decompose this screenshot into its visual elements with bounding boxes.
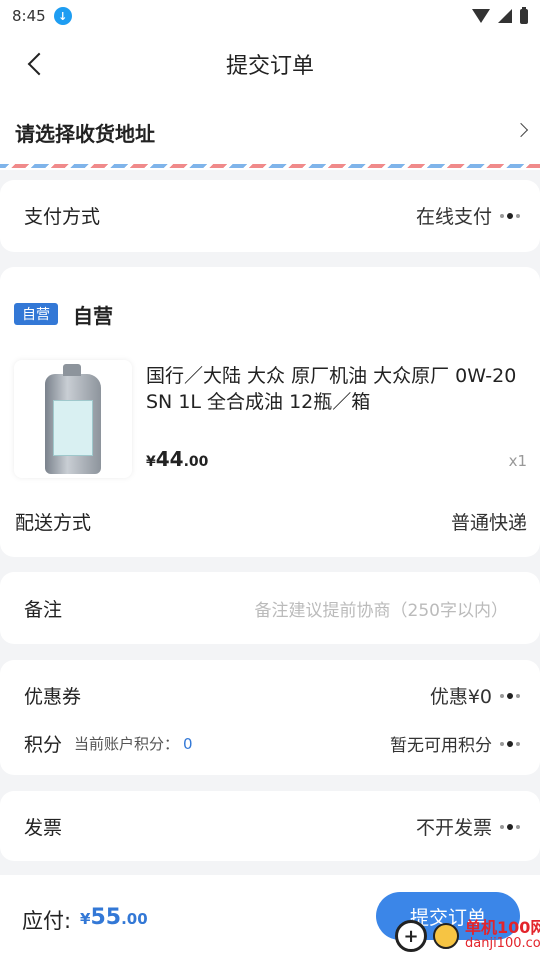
status-bar: 8:45 ↓ [0, 0, 540, 32]
discount-card: 优惠券 优惠¥0 积分 当前账户积分： 0 暂无可用积分 [0, 660, 540, 775]
product-price: ¥44.00 [146, 447, 208, 471]
payment-value-wrap: 在线支付 [416, 202, 520, 229]
shop-name: 自营 [73, 304, 113, 328]
payment-card: 支付方式 在线支付 [0, 180, 540, 252]
order-card: 自营 自营 国行／大陆 大众 原厂机油 大众原厂 0W-20 SN 1L 全合成… [0, 267, 540, 557]
points-row[interactable]: 积分 当前账户积分： 0 暂无可用积分 [24, 730, 520, 757]
price-int: 44 [155, 447, 184, 471]
watermark-text: 单机100网 danji100.com [465, 920, 540, 952]
oil-bottle-icon [45, 364, 101, 474]
delivery-row[interactable]: 配送方式 普通快递 [15, 508, 527, 535]
invoice-label: 发票 [24, 817, 63, 839]
back-icon[interactable] [22, 50, 50, 78]
product-title[interactable]: 国行／大陆 大众 原厂机油 大众原厂 0W-20 SN 1L 全合成油 12瓶／… [146, 363, 524, 415]
account-points-label: 当前账户积分： [74, 735, 180, 753]
remark-card: 备注 备注建议提前协商（250字以内） [0, 572, 540, 644]
pay-amount: ¥55.00 [80, 905, 148, 930]
remark-input[interactable]: 备注建议提前协商（250字以内） [255, 596, 508, 621]
airmail-stripe [0, 164, 540, 168]
invoice-row[interactable]: 发票 不开发票 [24, 813, 520, 840]
invoice-value-wrap: 不开发票 [416, 813, 520, 840]
payment-row[interactable]: 支付方式 在线支付 [24, 202, 520, 229]
more-icon [500, 823, 520, 830]
remark-label: 备注 [24, 599, 63, 621]
amount-currency: ¥ [80, 910, 91, 928]
page-title: 提交订单 [225, 54, 314, 79]
watermark: + 单机100网 danji100.com [395, 920, 540, 952]
watermark-logo-icon: + [395, 920, 427, 952]
address-selector[interactable]: 请选择收货地址 [0, 96, 540, 170]
points-label: 积分 [24, 734, 63, 756]
invoice-card: 发票 不开发票 [0, 791, 540, 861]
coupon-label: 优惠券 [24, 686, 82, 708]
watermark-en: danji100.com [465, 936, 540, 951]
invoice-value: 不开发票 [415, 817, 492, 839]
coupon-value-wrap: 优惠¥0 [430, 682, 520, 709]
product-image[interactable] [14, 360, 132, 478]
points-value-wrap: 暂无可用积分 [390, 731, 520, 756]
coupon-value: 优惠¥0 [429, 686, 492, 708]
watermark-face-icon [433, 923, 459, 949]
delivery-label: 配送方式 [15, 512, 92, 534]
chevron-right-icon [516, 122, 532, 138]
watermark-cn: 单机100网 [465, 918, 540, 937]
status-icons [472, 6, 528, 24]
more-icon [500, 692, 520, 699]
more-icon [500, 212, 520, 219]
price-currency: ¥ [146, 454, 156, 470]
signal-icon [498, 9, 512, 23]
delivery-value: 普通快递 [450, 512, 527, 534]
coupon-row[interactable]: 优惠券 优惠¥0 [24, 682, 520, 709]
account-points-value: 0 [183, 734, 193, 753]
points-value: 暂无可用积分 [390, 736, 492, 756]
remark-row[interactable]: 备注 备注建议提前协商（250字以内） [24, 595, 508, 622]
amount-dec: .00 [121, 910, 148, 928]
self-operated-tag: 自营 [14, 303, 58, 325]
battery-icon [520, 6, 528, 24]
nav-bar: 提交订单 [0, 32, 540, 96]
payment-value: 在线支付 [415, 206, 492, 228]
wifi-icon [472, 9, 490, 23]
amount-int: 55 [90, 905, 122, 930]
address-prompt: 请选择收货地址 [15, 122, 155, 146]
pay-label: 应付: [22, 909, 72, 933]
more-icon [500, 740, 520, 747]
product-quantity: x1 [508, 452, 527, 470]
price-dec: .00 [183, 454, 209, 470]
status-time: 8:45 [12, 7, 46, 25]
download-icon: ↓ [53, 7, 72, 25]
payment-label: 支付方式 [24, 206, 101, 228]
